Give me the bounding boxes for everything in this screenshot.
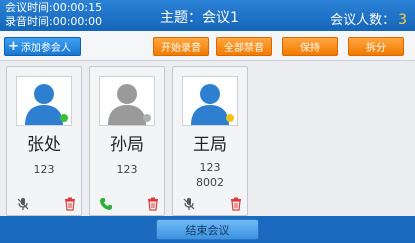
title-bar: 会议时间:00:00:15 录音时间:00:00:00 主题：会议1 会议人数：…	[0, 0, 415, 31]
add-participant-button[interactable]: + 添加参会人	[4, 37, 81, 56]
toolbar: + 添加参会人 开始录音 全部禁音 保持 拆分	[0, 31, 415, 61]
participant-card[interactable]: 王局 123 8002	[172, 66, 248, 216]
participant-count-value: 3	[398, 12, 407, 28]
mic-muted-icon[interactable]	[182, 197, 196, 211]
meeting-time: 会议时间:00:00:15	[5, 1, 103, 14]
participant-name: 张处	[27, 135, 61, 155]
participant-card[interactable]: 孙局 123	[89, 66, 165, 216]
participant-number: 123	[33, 163, 55, 176]
footer-bar: 结束会议	[0, 216, 415, 243]
participant-extension: 8002	[196, 176, 224, 189]
online-status-icon	[60, 114, 68, 122]
phone-icon[interactable]	[99, 197, 113, 211]
mic-muted-icon[interactable]	[16, 197, 30, 211]
participant-number: 123	[116, 163, 138, 176]
participant-count-label: 会议人数：	[330, 13, 396, 28]
meeting-title: 主题：会议1	[160, 10, 239, 26]
delete-icon[interactable]	[63, 197, 77, 211]
delete-icon[interactable]	[146, 197, 160, 211]
participant-name: 王局	[193, 135, 227, 155]
participant-count: 会议人数： 3	[330, 9, 407, 28]
avatar	[99, 76, 155, 126]
end-meeting-button[interactable]: 结束会议	[156, 219, 259, 240]
participant-number: 123	[199, 161, 221, 174]
participant-grid: 张处 123 孙局 123 王局 123 8002	[0, 61, 415, 216]
record-time: 录音时间:00:00:00	[5, 15, 103, 28]
start-record-button[interactable]: 开始录音	[153, 37, 209, 56]
split-button[interactable]: 拆分	[348, 37, 404, 56]
avatar	[16, 76, 72, 126]
plus-icon: +	[8, 38, 19, 54]
participant-name: 孙局	[110, 135, 144, 155]
mute-all-button[interactable]: 全部禁音	[216, 37, 272, 56]
add-participant-label: 添加参会人	[20, 43, 71, 54]
busy-status-icon	[226, 114, 234, 122]
participant-card[interactable]: 张处 123	[6, 66, 82, 216]
avatar	[182, 76, 238, 126]
hold-button[interactable]: 保持	[282, 37, 338, 56]
offline-status-icon	[143, 114, 151, 122]
delete-icon[interactable]	[229, 197, 243, 211]
timers: 会议时间:00:00:15 录音时间:00:00:00	[5, 1, 102, 29]
